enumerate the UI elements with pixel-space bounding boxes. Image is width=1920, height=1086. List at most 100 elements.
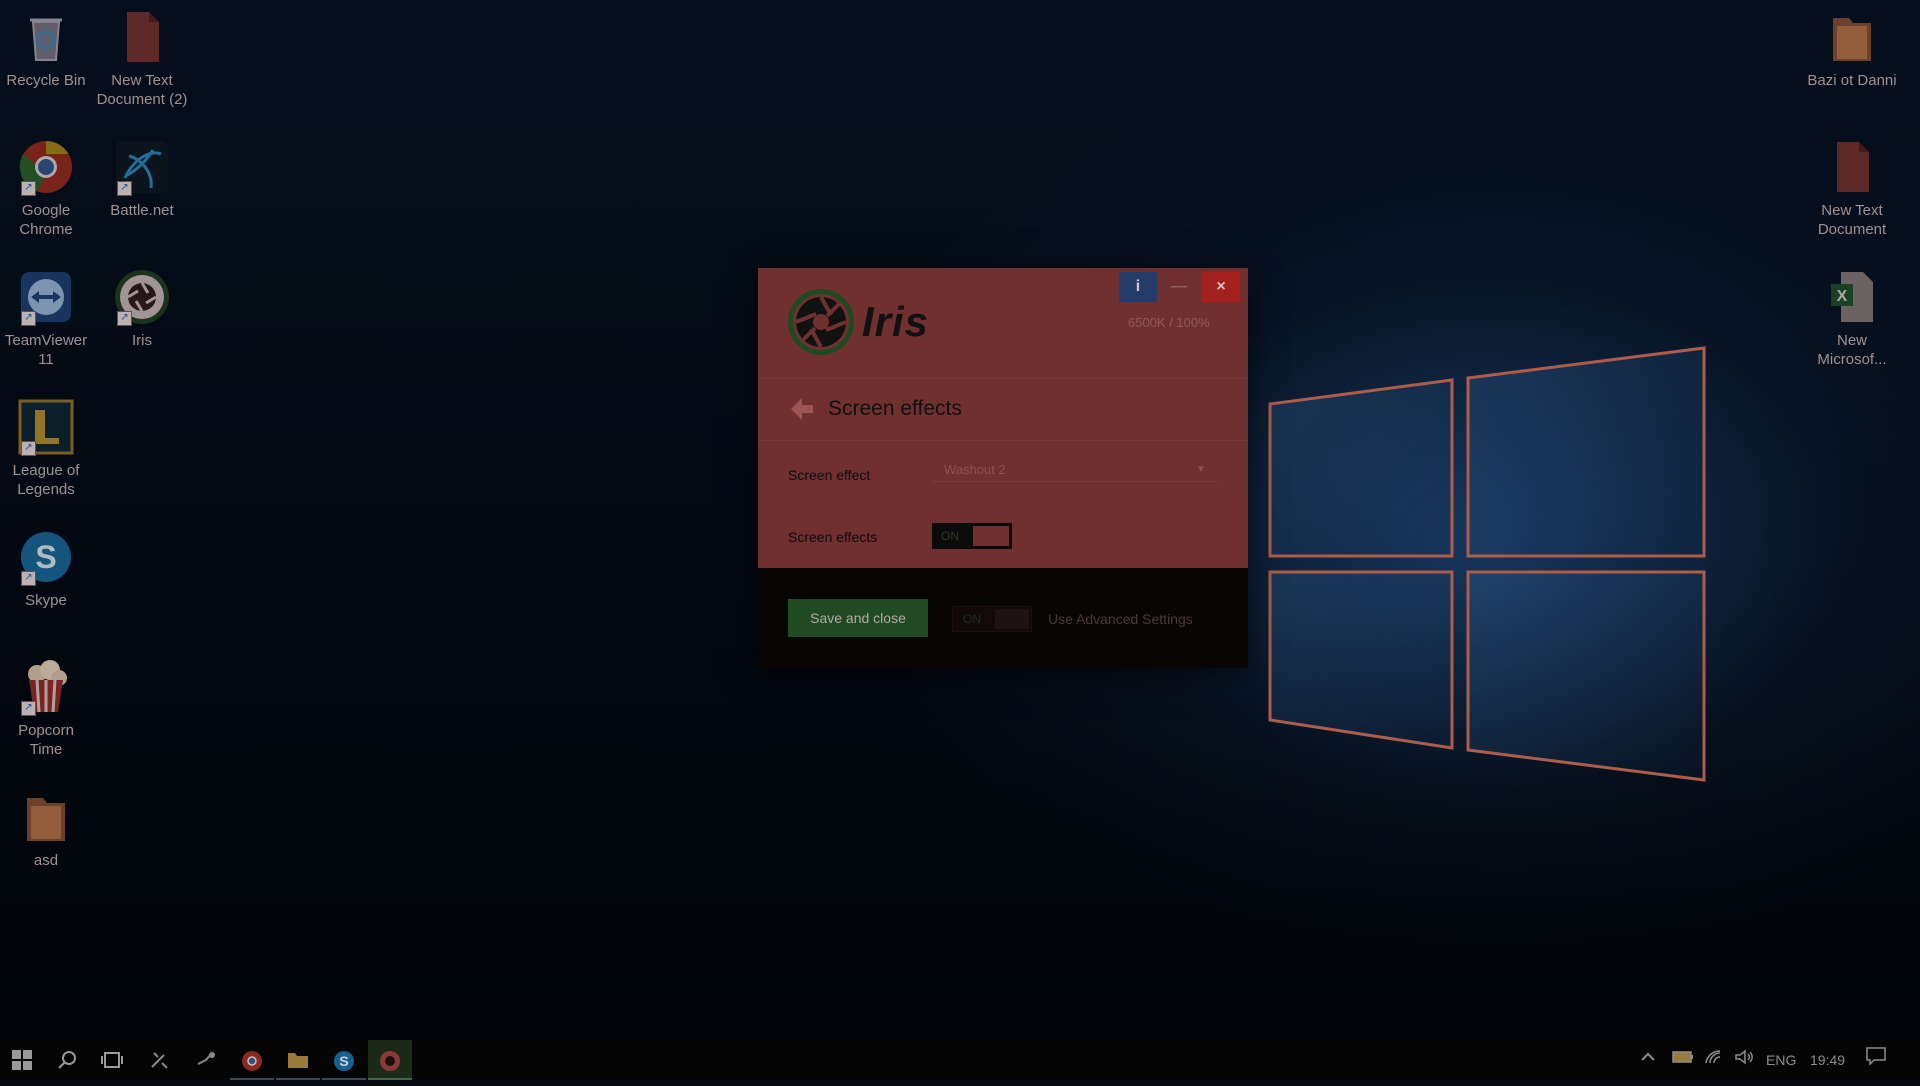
language-indicator[interactable]: ENG	[1766, 1040, 1796, 1080]
section-title: Screen effects	[828, 397, 962, 420]
start-button[interactable]	[0, 1040, 44, 1080]
tools-icon	[151, 1052, 168, 1069]
chrome-icon	[242, 1051, 262, 1071]
chevron-up-icon	[1641, 1052, 1655, 1061]
screen-effects-toggle-label: Screen effects	[788, 529, 878, 545]
battery-tray[interactable]	[1672, 1040, 1694, 1080]
desktop-icon-label: TeamViewer 11	[4, 332, 88, 368]
toggle-knob	[995, 609, 1029, 629]
divider	[758, 378, 1248, 379]
iris-dialog: i — × Iris 6500K / 100% Screen effects S…	[758, 268, 1248, 668]
desktop-icon-label: New Text Document	[1817, 202, 1887, 238]
desktop-icon-popcorn-time[interactable]: ↗ Popcorn Time	[0, 658, 92, 759]
speaker-icon	[1735, 1049, 1753, 1065]
skype-icon: S ↗	[17, 528, 75, 586]
desktop-icon-google-chrome[interactable]: ↗ Google Chrome	[0, 138, 92, 239]
close-button[interactable]: ×	[1202, 272, 1240, 302]
battlenet-icon: ↗	[113, 138, 171, 196]
iris-logo-icon	[786, 287, 856, 357]
chevron-down-icon: ▼	[1196, 464, 1206, 475]
search-button[interactable]	[46, 1040, 90, 1080]
desktop-icon-asd[interactable]: asd	[0, 788, 92, 870]
action-center-button[interactable]	[1866, 1040, 1886, 1080]
desktop-icon-label: New Text Document (2)	[96, 72, 188, 108]
taskbar-app-file-explorer[interactable]	[276, 1040, 320, 1080]
desktop-icon-teamviewer[interactable]: ↗ TeamViewer 11	[0, 268, 92, 369]
taskbar-app-steam[interactable]	[184, 1040, 228, 1080]
chrome-icon: ↗	[17, 138, 75, 196]
save-and-close-button[interactable]: Save and close	[788, 599, 928, 637]
desktop-icon-label: asd	[33, 852, 59, 869]
desktop-icon-iris[interactable]: ↗ Iris	[96, 268, 188, 350]
folder-icon	[288, 1053, 308, 1068]
search-icon	[58, 1051, 76, 1069]
back-arrow-icon[interactable]	[788, 395, 816, 423]
iris-dialog-footer: Save and close ON Use Advanced Settings	[758, 568, 1248, 668]
folder-icon	[1823, 8, 1881, 66]
desktop-icon-new-microsoft-excel[interactable]: X New Microsof...	[1806, 268, 1898, 369]
desktop-icon-label: Popcorn Time	[18, 722, 74, 758]
screen-effect-label: Screen effect	[788, 467, 871, 483]
info-button[interactable]: i	[1119, 272, 1157, 302]
folder-icon	[17, 788, 75, 846]
recycle-bin-icon	[17, 8, 75, 66]
toggle-state-text: ON	[963, 612, 981, 626]
desktop-icon-league-of-legends[interactable]: ↗ League of Legends	[0, 398, 92, 499]
svg-text:S: S	[339, 1053, 348, 1069]
screen-effects-toggle[interactable]: ON	[932, 523, 1012, 549]
iris-icon	[380, 1051, 400, 1071]
desktop-icon-bazi-ot-danni[interactable]: Bazi ot Danni	[1806, 8, 1898, 90]
desktop-icon-label: Bazi ot Danni	[1807, 72, 1897, 89]
league-of-legends-icon: ↗	[17, 398, 75, 456]
desktop-icon-label: Recycle Bin	[6, 72, 86, 89]
desktop-icon-label: League of Legends	[12, 462, 80, 498]
temperature-brightness-readout: 6500K / 100%	[1128, 315, 1210, 330]
advanced-settings-label: Use Advanced Settings	[1048, 611, 1193, 627]
desktop-icon-label: Skype	[25, 592, 67, 609]
popcorn-time-icon: ↗	[17, 658, 75, 716]
steam-icon	[197, 1052, 215, 1065]
teamviewer-icon: ↗	[17, 268, 75, 326]
task-view-button[interactable]	[90, 1040, 134, 1080]
battery-icon	[1672, 1051, 1693, 1063]
windows-logo-graphic	[1240, 320, 1720, 800]
divider	[758, 440, 1248, 441]
volume-tray[interactable]	[1734, 1040, 1754, 1080]
screen-effect-selected-value: Washout 2	[944, 462, 1006, 477]
advanced-settings-toggle[interactable]: ON	[952, 606, 1032, 632]
screen-effect-dropdown[interactable]: Washout 2 ▼	[932, 458, 1218, 482]
taskbar-app-chrome[interactable]	[230, 1040, 274, 1080]
desktop-icon-label: Battle.net	[110, 202, 174, 219]
taskbar: S ENG 19:49	[0, 1040, 1920, 1080]
task-view-icon	[101, 1052, 123, 1068]
notification-icon	[1866, 1047, 1886, 1066]
network-tray[interactable]	[1704, 1040, 1724, 1080]
app-brand-title: Iris	[862, 298, 930, 345]
show-hidden-icons-button[interactable]	[1640, 1040, 1656, 1080]
toggle-knob	[973, 526, 1009, 546]
taskbar-app-tools[interactable]	[138, 1040, 182, 1080]
iris-dialog-body: i — × Iris 6500K / 100% Screen effects S…	[758, 268, 1248, 568]
windows-start-icon	[12, 1050, 32, 1070]
desktop-icon-skype[interactable]: S ↗ Skype	[0, 528, 92, 610]
desktop-icon-battlenet[interactable]: ↗ Battle.net	[96, 138, 188, 220]
svg-text:S: S	[35, 539, 56, 575]
excel-icon: X	[1823, 268, 1881, 326]
toggle-state-text: ON	[941, 529, 959, 543]
desktop-icon-recycle-bin[interactable]: Recycle Bin	[0, 8, 92, 90]
desktop-icon-label: Iris	[132, 332, 152, 349]
text-document-icon	[113, 8, 171, 66]
desktop-icon-label: Google Chrome	[19, 202, 73, 238]
desktop-icon-new-text-document[interactable]: New Text Document	[1806, 138, 1898, 239]
minimize-button[interactable]: —	[1160, 272, 1198, 302]
wifi-icon	[1705, 1050, 1721, 1064]
taskbar-app-iris[interactable]	[368, 1040, 412, 1080]
text-document-icon	[1823, 138, 1881, 196]
clock[interactable]: 19:49	[1810, 1040, 1845, 1080]
desktop-icon-new-text-document-2[interactable]: New Text Document (2)	[96, 8, 188, 109]
iris-icon: ↗	[113, 268, 171, 326]
skype-icon: S	[334, 1051, 354, 1071]
taskbar-app-skype[interactable]: S	[322, 1040, 366, 1080]
desktop-icon-label: New Microsof...	[1817, 332, 1887, 368]
svg-text:X: X	[1837, 288, 1848, 305]
